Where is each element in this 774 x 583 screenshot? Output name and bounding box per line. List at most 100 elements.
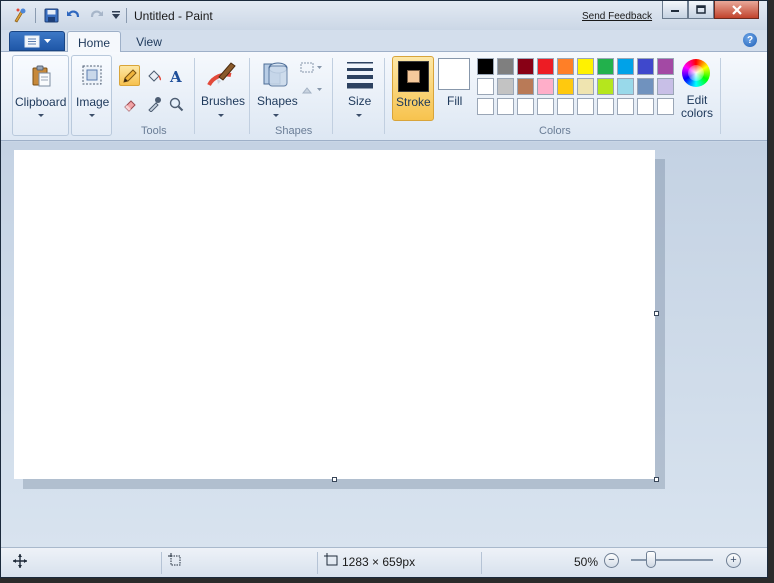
color-swatch[interactable]: [577, 58, 594, 75]
undo-icon[interactable]: [65, 7, 81, 23]
color-swatch[interactable]: [557, 98, 574, 115]
fill-dropdown-icon[interactable]: [300, 83, 324, 97]
chevron-down-icon: [273, 114, 279, 117]
window-title: Untitled - Paint: [134, 9, 213, 23]
color-swatch[interactable]: [577, 98, 594, 115]
resize-handle-right[interactable]: [654, 311, 659, 316]
minimize-button[interactable]: [662, 1, 688, 19]
paint-window: Untitled - Paint Send Feedback Home View…: [0, 0, 768, 578]
clipboard-group[interactable]: Clipboard: [12, 55, 69, 136]
redo-icon[interactable]: [88, 7, 104, 23]
color-swatch[interactable]: [497, 58, 514, 75]
brush-icon[interactable]: [203, 58, 239, 90]
color-swatch[interactable]: [577, 78, 594, 95]
ribbon-home: Clipboard Image A Tools Brushes Shapes S…: [1, 52, 767, 141]
chevron-down-icon: [218, 114, 224, 117]
edit-colors-label[interactable]: Edit colors: [677, 94, 717, 120]
shapes-label: Shapes: [257, 94, 298, 108]
outline-dropdown-icon[interactable]: [300, 61, 324, 75]
color-swatch[interactable]: [617, 98, 634, 115]
ribbon-tab-row: Home View ?: [1, 30, 767, 53]
canvas-workspace: [1, 142, 767, 547]
color-swatch[interactable]: [617, 58, 634, 75]
size-icon[interactable]: [345, 60, 375, 90]
tab-home[interactable]: Home: [67, 31, 121, 53]
eraser-icon[interactable]: [119, 93, 140, 114]
stroke-color-swatch: [407, 70, 420, 83]
color-swatch[interactable]: [657, 78, 674, 95]
clipboard-label: Clipboard: [15, 95, 67, 109]
color-swatch[interactable]: [637, 98, 654, 115]
color-swatch[interactable]: [637, 78, 654, 95]
color-swatch[interactable]: [557, 78, 574, 95]
stroke-color-button[interactable]: Stroke: [392, 56, 434, 121]
ribbon-separator: [249, 58, 250, 134]
status-separator: [161, 552, 162, 574]
fill-bucket-icon[interactable]: [143, 65, 164, 86]
zoom-slider-track[interactable]: [631, 559, 713, 561]
title-bar: Untitled - Paint Send Feedback: [1, 1, 767, 30]
brushes-label: Brushes: [201, 94, 246, 108]
zoom-out-icon[interactable]: −: [604, 553, 619, 568]
close-button[interactable]: [714, 1, 759, 19]
tab-view[interactable]: View: [125, 31, 173, 53]
color-swatch[interactable]: [537, 98, 554, 115]
resize-handle-bottom[interactable]: [332, 477, 337, 482]
paint-app-icon[interactable]: [12, 7, 28, 23]
image-dimensions: 1283 × 659px: [342, 555, 416, 569]
color-swatch[interactable]: [597, 98, 614, 115]
shapes-icon[interactable]: [259, 57, 293, 91]
color-swatch[interactable]: [477, 78, 494, 95]
fill-label[interactable]: Fill: [447, 94, 462, 108]
drawing-canvas[interactable]: [14, 150, 655, 479]
color-swatch[interactable]: [557, 58, 574, 75]
stroke-swatch-frame: [398, 61, 429, 92]
color-swatch[interactable]: [597, 58, 614, 75]
pencil-icon[interactable]: [119, 65, 140, 86]
image-select-icon: [78, 61, 106, 89]
ribbon-separator: [194, 58, 195, 134]
maximize-button[interactable]: [688, 1, 714, 19]
ribbon-separator: [332, 58, 333, 134]
fill-color-swatch[interactable]: [438, 58, 470, 90]
color-swatch[interactable]: [637, 58, 654, 75]
text-icon[interactable]: A: [165, 65, 186, 86]
customize-qat-dropdown-icon[interactable]: [108, 7, 124, 23]
color-swatch[interactable]: [657, 98, 674, 115]
color-swatch[interactable]: [617, 78, 634, 95]
save-icon[interactable]: [43, 7, 59, 23]
color-wheel-icon[interactable]: [682, 59, 710, 87]
color-swatch[interactable]: [517, 58, 534, 75]
image-group[interactable]: Image: [71, 55, 112, 136]
color-swatch[interactable]: [537, 78, 554, 95]
color-swatch[interactable]: [477, 98, 494, 115]
chevron-down-icon: [89, 114, 95, 117]
color-swatch[interactable]: [597, 78, 614, 95]
color-swatch[interactable]: [477, 58, 494, 75]
chevron-down-icon: [38, 114, 44, 117]
color-swatch[interactable]: [657, 58, 674, 75]
clipboard-icon: [27, 62, 55, 90]
ribbon-separator: [384, 58, 385, 134]
qat-separator: [126, 8, 127, 23]
resize-handle-corner[interactable]: [654, 477, 659, 482]
magnifier-icon[interactable]: [165, 93, 186, 114]
zoom-in-icon[interactable]: +: [726, 553, 741, 568]
image-size-icon: [324, 553, 338, 567]
color-swatch[interactable]: [537, 58, 554, 75]
status-separator: [481, 552, 482, 574]
app-menu-icon: [24, 35, 39, 47]
help-icon[interactable]: ?: [743, 33, 757, 47]
color-swatch[interactable]: [517, 98, 534, 115]
send-feedback-link[interactable]: Send Feedback: [582, 11, 652, 22]
shapes-group-label: Shapes: [275, 125, 313, 137]
image-label: Image: [76, 95, 110, 109]
color-swatch[interactable]: [497, 78, 514, 95]
color-swatch[interactable]: [517, 78, 534, 95]
status-separator: [317, 552, 318, 574]
stroke-label: Stroke: [396, 95, 431, 109]
paint-menu-button[interactable]: [9, 31, 65, 51]
color-swatch[interactable]: [497, 98, 514, 115]
color-picker-icon[interactable]: [143, 93, 164, 114]
zoom-slider-thumb[interactable]: [646, 551, 656, 568]
